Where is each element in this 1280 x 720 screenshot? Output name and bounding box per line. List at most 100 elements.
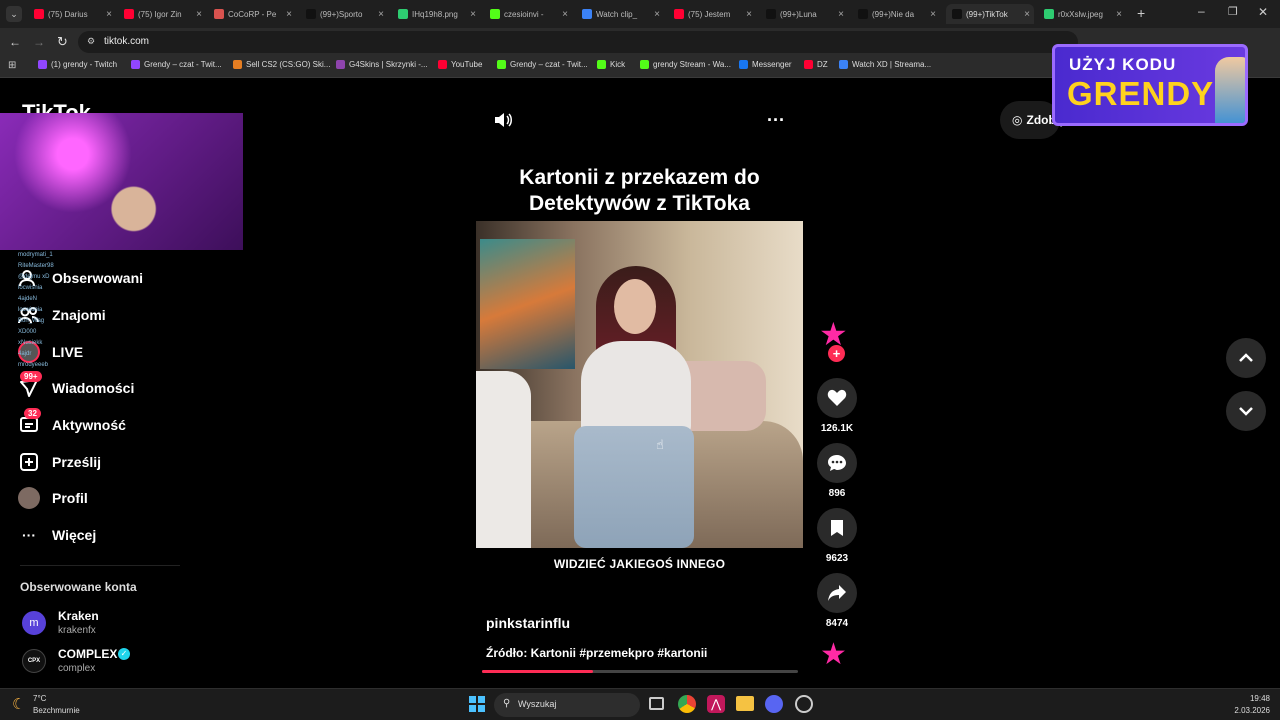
tab-close-icon[interactable]: × (838, 9, 844, 20)
new-tab-button[interactable]: + (1137, 5, 1145, 21)
browser-tab[interactable]: (99+)Nie da × (852, 4, 940, 24)
tab-close-icon[interactable]: × (746, 9, 752, 20)
promo-code-overlay: UŻYJ KODU GRENDY (1052, 44, 1248, 126)
tab-title: r0xXslw.jpeg (1058, 9, 1103, 19)
post-title: Kartonii z przekazem do Detektywów z Tik… (476, 165, 803, 217)
bookmark-item[interactable]: Grendy – czat - Twit... (497, 60, 588, 69)
post-title-line-1: Kartonii z przekazem do (519, 166, 760, 189)
weather-widget[interactable]: ☾ 7°C Bezchmurnie (12, 692, 112, 718)
get-coins-button[interactable]: ◎ Zdobądź (1000, 101, 1076, 139)
tab-close-icon[interactable]: × (1116, 9, 1122, 20)
file-explorer-icon[interactable] (736, 696, 754, 711)
comment-button[interactable]: 896 (817, 443, 857, 499)
like-button[interactable]: 126.1K (817, 378, 857, 434)
bookmark-item[interactable]: Grendy – czat - Twit... (131, 60, 222, 69)
post-author[interactable]: pinkstarinflu (486, 615, 570, 631)
apps-icon[interactable]: ⊞ (8, 60, 16, 71)
clock-date[interactable]: 2.03.2026 (1222, 706, 1270, 715)
chat-username: mrodyeeeb (18, 362, 49, 368)
save-button[interactable]: 9623 (817, 508, 857, 564)
reload-icon[interactable]: ↻ (57, 34, 68, 50)
browser-tab[interactable]: (75) Jestem × (668, 4, 756, 24)
browser-tab[interactable]: (75) Darius × (28, 4, 116, 24)
chrome-taskbar-icon[interactable] (678, 695, 696, 713)
back-icon[interactable]: ← (9, 35, 21, 49)
bookmark-label: Watch XD | Streama... (852, 60, 932, 69)
video-player[interactable]: ☝ (476, 221, 803, 548)
url-field[interactable]: ⚙ tiktok.com (78, 31, 1078, 53)
browser-tab[interactable]: (99+)Luna × (760, 4, 848, 24)
heart-icon (817, 378, 857, 418)
avatar: CPX (22, 649, 46, 673)
start-button[interactable] (469, 696, 485, 712)
next-video-button[interactable] (1226, 391, 1266, 431)
bookmark-item[interactable]: Messenger (739, 60, 792, 69)
bookmark-item[interactable]: G4Skins | Skrzynki -... (336, 60, 428, 69)
tab-close-icon[interactable]: × (1024, 9, 1030, 20)
more-icon: ··· (22, 527, 36, 543)
affinity-taskbar-icon[interactable]: ⋀ (707, 695, 725, 713)
video-frame-painting (480, 239, 575, 369)
more-options-icon[interactable]: ··· (767, 110, 785, 131)
sidebar-item-profile[interactable]: Profil (18, 484, 88, 512)
tab-close-icon[interactable]: × (470, 9, 476, 20)
browser-tab[interactable]: (99+)Sporto × (300, 4, 388, 24)
browser-tab[interactable]: IHq19h8.png × (392, 4, 480, 24)
clock-time[interactable]: 19:48 (1222, 694, 1270, 703)
task-view-icon[interactable] (649, 697, 664, 710)
minimize-button[interactable]: – (1198, 4, 1205, 18)
tab-close-icon[interactable]: × (286, 9, 292, 20)
browser-tab[interactable]: CoCoRP - Pe × (208, 4, 296, 24)
tab-close-icon[interactable]: × (196, 9, 202, 20)
tab-close-icon[interactable]: × (562, 9, 568, 20)
bookmark-item[interactable]: Kick (597, 60, 625, 69)
forward-icon[interactable]: → (33, 35, 45, 49)
discord-taskbar-icon[interactable] (765, 695, 783, 713)
account-handle: krakenfx (58, 625, 96, 636)
creator-avatar[interactable]: ★ + (819, 318, 853, 362)
bookmark-item[interactable]: grendy Stream - Wa... (640, 60, 731, 69)
tab-title: (75) Jestem (688, 9, 731, 19)
bookmark-item[interactable]: YouTube (438, 60, 482, 69)
tab-close-icon[interactable]: × (930, 9, 936, 20)
chat-username: xNusiekk (18, 340, 43, 346)
browser-tab[interactable]: (75) Igor Zin × (118, 4, 206, 24)
tab-search-button[interactable]: ⌄ (6, 6, 22, 22)
account-item-kraken[interactable]: m Kraken krakenfx (22, 609, 202, 641)
video-progress-track[interactable] (482, 670, 798, 673)
tab-close-icon[interactable]: × (378, 9, 384, 20)
bookmark-item[interactable]: (1) grendy - Twitch (38, 60, 117, 69)
sidebar-item-upload[interactable]: Prześlij (18, 448, 101, 476)
tab-favicon-icon (952, 9, 962, 19)
url-text: tiktok.com (104, 36, 150, 47)
site-info-icon[interactable]: ⚙ (87, 36, 95, 47)
tab-title: (99+)Luna (780, 9, 817, 19)
previous-video-button[interactable] (1226, 338, 1266, 378)
sidebar-item-more[interactable]: ··· Więcej (18, 521, 96, 549)
browser-tab[interactable]: (99+)TikTok × (946, 4, 1034, 24)
weather-moon-icon: ☾ (12, 696, 26, 713)
account-item-complex[interactable]: CPX COMPLEX ✓ complex (22, 647, 202, 679)
browser-tab[interactable]: r0xXslw.jpeg × (1038, 4, 1126, 24)
steam-taskbar-icon[interactable] (795, 695, 813, 713)
browser-tab[interactable]: Watch clip_ × (576, 4, 664, 24)
bookmark-item[interactable]: DZ (804, 60, 828, 69)
taskbar-search[interactable]: ⚲ Wyszukaj (494, 693, 640, 717)
browser-tab[interactable]: czesioinvi - × (484, 4, 572, 24)
share-button[interactable]: 8474 (817, 573, 857, 629)
bookmark-label: Grendy – czat - Twit... (144, 60, 222, 69)
bookmark-favicon-icon (739, 60, 748, 69)
sidebar-item-activity[interactable]: 32 Aktywność (18, 408, 126, 439)
sidebar-divider (20, 565, 180, 566)
volume-icon[interactable] (493, 110, 513, 135)
music-disc-icon[interactable]: ★ (820, 640, 847, 670)
follow-plus-icon[interactable]: + (828, 345, 845, 362)
maximize-button[interactable]: ❐ (1228, 5, 1238, 18)
tab-close-icon[interactable]: × (106, 9, 112, 20)
close-window-button[interactable]: ✕ (1258, 5, 1268, 19)
tab-title: (99+)TikTok (966, 9, 1008, 19)
bookmark-item[interactable]: Watch XD | Streama... (839, 60, 931, 69)
bookmark-item[interactable]: Sell CS2 (CS:GO) Ski... (233, 60, 330, 69)
tab-close-icon[interactable]: × (654, 9, 660, 20)
chat-username: XD000 (18, 329, 37, 335)
